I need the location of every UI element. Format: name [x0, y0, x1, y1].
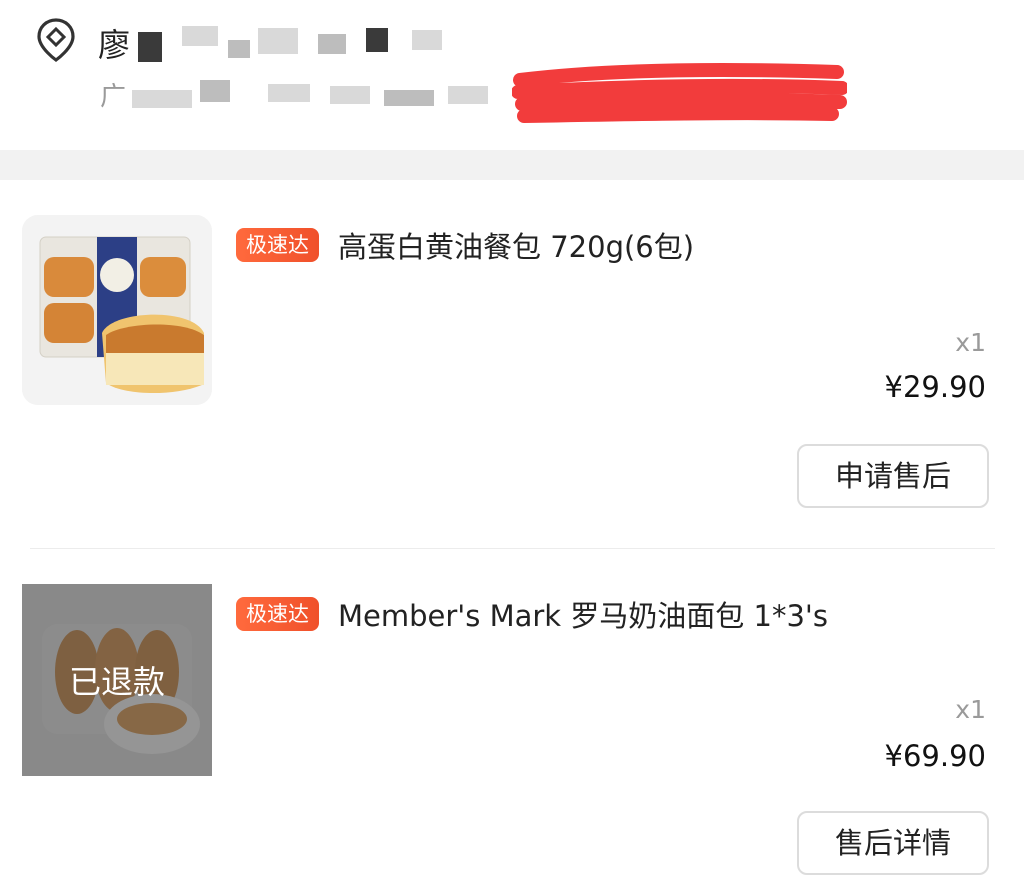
blurred-text — [182, 26, 218, 46]
quantity: x1 — [955, 328, 986, 357]
order-item[interactable]: 已退款 极速达 Member's Mark 罗马奶油面包 1*3's x1 ¥6… — [0, 549, 1024, 875]
blurred-text — [448, 86, 488, 104]
section-divider — [0, 150, 1024, 180]
express-badge: 极速达 — [236, 597, 319, 631]
apply-after-sales-button[interactable]: 申请售后 — [797, 444, 989, 508]
blurred-text — [330, 86, 370, 104]
product-image[interactable] — [22, 215, 212, 405]
blurred-text — [366, 28, 388, 52]
product-title[interactable]: 高蛋白黄油餐包 720g(6包) — [338, 224, 694, 266]
order-item[interactable]: 极速达 高蛋白黄油餐包 720g(6包) x1 ¥29.90 申请售后 — [0, 180, 1024, 548]
price: ¥29.90 — [884, 370, 986, 404]
bread-package-image — [22, 215, 212, 405]
blurred-text — [258, 28, 298, 54]
after-sales-details-button[interactable]: 售后详情 — [797, 811, 989, 875]
product-title[interactable]: Member's Mark 罗马奶油面包 1*3's — [338, 593, 828, 635]
blurred-text — [318, 34, 346, 54]
blurred-text — [138, 32, 162, 62]
refunded-overlay: 已退款 — [22, 584, 212, 776]
product-image[interactable]: 已退款 — [22, 584, 212, 776]
address-header[interactable]: 廖 广 — [0, 0, 1024, 150]
location-icon — [37, 18, 75, 62]
express-badge: 极速达 — [236, 228, 319, 262]
blurred-text — [228, 40, 250, 58]
blurred-text — [268, 84, 310, 102]
blurred-text — [200, 80, 230, 102]
price: ¥69.90 — [884, 739, 986, 773]
blurred-text — [412, 30, 442, 50]
blurred-text — [132, 90, 192, 108]
recipient-name: 廖 — [98, 26, 131, 64]
blurred-text — [384, 90, 434, 106]
redaction-scribble — [512, 63, 847, 123]
quantity: x1 — [955, 695, 986, 724]
address-line: 广 — [100, 82, 127, 112]
